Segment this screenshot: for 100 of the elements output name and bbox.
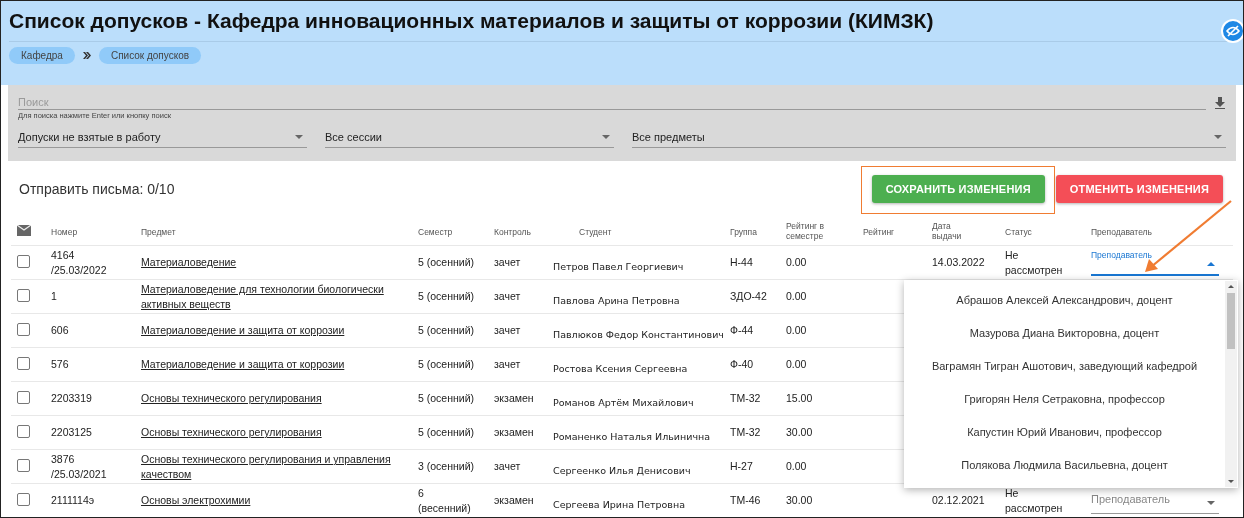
table-cell: Павлюков Федор Константинович	[553, 329, 724, 342]
column-header: Статус	[1005, 227, 1032, 237]
table-cell: Ф-40	[730, 357, 754, 372]
scrollbar[interactable]	[1225, 281, 1237, 487]
table-cell: 14.03.2022	[932, 255, 985, 270]
table-cell: 5 (осенний)	[418, 391, 474, 406]
column-header: Преподаватель	[1091, 227, 1152, 237]
column-header: Семестр	[418, 227, 453, 237]
table-cell: ТМ-32	[730, 391, 761, 406]
dropdown-option[interactable]: Мазурова Диана Викторовна, доцент	[904, 316, 1225, 349]
breadcrumb-link[interactable]: Кафедра	[9, 47, 75, 64]
table-cell: Сергеева Ирина Петровна	[553, 499, 685, 512]
table-cell: зачет	[494, 459, 521, 474]
column-header: Номер	[51, 227, 78, 237]
table-cell: экзамен	[494, 391, 534, 406]
table-cell: 606	[51, 323, 69, 338]
table-cell: 2203319	[51, 391, 92, 406]
filter-dropdown[interactable]: Допуски не взятые в работу	[18, 128, 307, 148]
filter-dropdown[interactable]: Все сессии	[325, 128, 614, 148]
dropdown-option[interactable]: Григорян Неля Сетраковна, профессор	[904, 382, 1225, 415]
dropdown-caret-icon	[602, 135, 610, 139]
column-header: Контроль	[494, 227, 531, 237]
table-cell: 0.00	[786, 459, 807, 474]
table-cell: Петров Павел Георгиевич	[553, 261, 684, 274]
row-checkbox[interactable]	[17, 323, 30, 336]
breadcrumb-separator-icon	[82, 52, 91, 59]
table-cell: ТМ-32	[730, 425, 761, 440]
row-checkbox[interactable]	[17, 289, 30, 302]
visibility-toggle-icon[interactable]	[1221, 19, 1243, 43]
table-cell-text: 6 (весенний)	[418, 486, 472, 515]
mail-icon[interactable]	[17, 224, 31, 236]
table-cell: зачет	[494, 255, 521, 270]
table-cell: ЗДО-42	[730, 289, 767, 304]
row-checkbox[interactable]	[17, 255, 30, 268]
column-header: Студент	[579, 227, 612, 237]
table-cell: 3 (осенний)	[418, 459, 474, 474]
column-header: Рейтинг в семестре	[786, 221, 826, 241]
column-header: Дата выдачи	[932, 221, 963, 241]
table-cell: 5 (осенний)	[418, 289, 474, 304]
table-cell: 576	[51, 357, 69, 372]
table-cell: 5 (осенний)	[418, 357, 474, 372]
dropdown-caret-icon	[1207, 500, 1215, 505]
filter-dropdown[interactable]: Все предметы	[632, 128, 1226, 148]
table-cell: Ростова Ксения Сергеевна	[553, 363, 688, 376]
download-icon[interactable]	[1214, 96, 1226, 109]
table-cell: 5 (осенний)	[418, 323, 474, 338]
table-cell: зачет	[494, 357, 521, 372]
row-checkbox[interactable]	[17, 493, 30, 506]
table-cell: 1	[51, 289, 57, 304]
table-cell-text: Не рассмотрен	[1005, 248, 1064, 277]
row-checkbox[interactable]	[17, 357, 30, 370]
table-cell: Н-44	[730, 255, 753, 270]
breadcrumb-link[interactable]: Список допусков	[98, 47, 202, 64]
table-cell: экзамен	[494, 493, 534, 508]
table-cell: 0.00	[786, 255, 807, 270]
table-cell: 30.00	[786, 493, 813, 508]
dropdown-option[interactable]: Капустин Юрий Иванович, профессор	[904, 415, 1225, 448]
table-cell: 02.12.2021	[932, 493, 985, 508]
table-cell: зачет	[494, 289, 521, 304]
dropdown-caret-icon	[1214, 135, 1222, 139]
row-checkbox[interactable]	[17, 391, 30, 404]
table-cell: 0.00	[786, 323, 807, 338]
table-cell: 0.00	[786, 289, 807, 304]
subject-link[interactable]: Материаловедение для технологии биологически активных веществ	[141, 282, 403, 311]
table-cell: 2111114э	[51, 493, 95, 508]
table-cell: 5 (осенний)	[418, 425, 474, 440]
subject-link[interactable]: Основы технического регулирования	[141, 391, 322, 406]
table-cell: Сергеенко Илья Денисович	[553, 465, 691, 478]
table-cell: Павлова Арина Петровна	[553, 295, 680, 308]
subject-link[interactable]: Основы технического регулирования	[141, 425, 322, 440]
subject-link[interactable]: Материаловедение и защита от коррозии	[141, 323, 345, 338]
table-cell: 15.00	[786, 391, 813, 406]
table-cell-text: 3876 /25.03/2021	[51, 452, 108, 481]
table-cell: Романенко Наталья Ильинична	[553, 431, 711, 444]
column-header: Рейтинг	[863, 227, 895, 237]
dropdown-option[interactable]: Абрашов Алексей Александрович, доцент	[904, 283, 1225, 316]
table-cell: Н-27	[730, 459, 753, 474]
subject-link[interactable]: Материаловедение и защита от коррозии	[141, 357, 345, 372]
table-cell: Романов Артём Михайлович	[553, 397, 694, 410]
search-field[interactable]: Поиск	[18, 95, 1206, 110]
table-cell: 30.00	[786, 425, 813, 440]
dropdown-caret-icon	[1207, 261, 1215, 266]
table-cell: 0.00	[786, 357, 807, 372]
dropdown-option[interactable]: Полякова Людмила Васильевна, доцент	[904, 448, 1225, 481]
table-cell-text: Не рассмотрен	[1005, 486, 1064, 515]
subject-link[interactable]: Материаловедение	[141, 255, 237, 270]
table-cell: зачет	[494, 323, 521, 338]
row-checkbox[interactable]	[17, 459, 30, 472]
table-cell: экзамен	[494, 425, 534, 440]
table-cell: ТМ-46	[730, 493, 761, 508]
table-cell: 2203125	[51, 425, 92, 440]
column-header: Предмет	[141, 227, 176, 237]
table-cell: 5 (осенний)	[418, 255, 474, 270]
dropdown-caret-icon	[295, 135, 303, 139]
row-checkbox[interactable]	[17, 425, 30, 438]
table-cell: Ф-44	[730, 323, 754, 338]
dropdown-option[interactable]: Ваграмян Тигран Ашотович, заведующий кафедрой	[904, 349, 1225, 382]
subject-link[interactable]: Основы технического регулирования и управления качеством	[141, 452, 403, 481]
subject-link[interactable]: Основы электрохимии	[141, 493, 251, 508]
table-cell-text: 4164 /25.03/2022	[51, 248, 108, 277]
